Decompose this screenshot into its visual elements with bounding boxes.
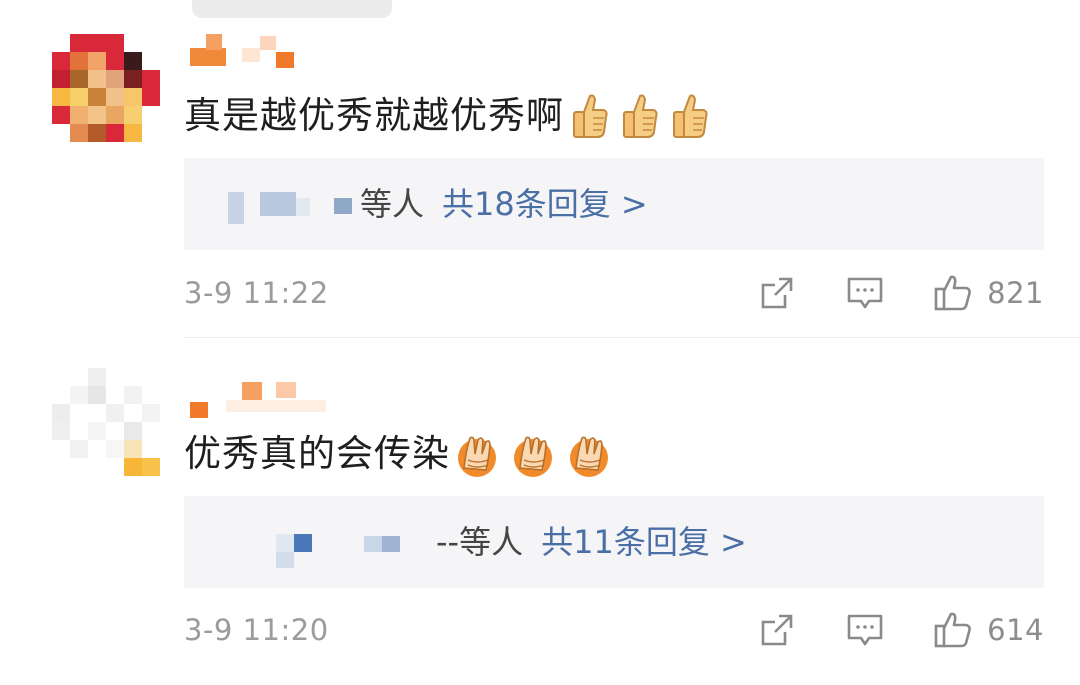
thumbs-up-outline-icon (934, 275, 972, 311)
reply-summary: 等人 共18条回复 > (360, 158, 648, 250)
comment-icon (847, 277, 883, 309)
thumbs-up-icon (623, 94, 658, 138)
reply-preview[interactable]: --等人 共11条回复 > (184, 496, 1044, 588)
like-count: 614 (987, 613, 1044, 647)
avatar[interactable] (52, 34, 160, 142)
like-button[interactable]: 821 (933, 273, 1044, 313)
reply-button[interactable] (845, 610, 885, 650)
timestamp: 3-9 11:22 (184, 276, 329, 310)
comment-text: 优秀真的会传染 (184, 430, 614, 478)
like-count: 821 (987, 276, 1044, 310)
timestamp: 3-9 11:20 (184, 613, 329, 647)
reply-users-suffix: 等人 (360, 185, 425, 223)
reply-users-suffix: --等人 (436, 523, 524, 561)
like-button[interactable]: 614 (933, 610, 1044, 650)
comment-item: 优秀真的会传染 --等人 共11条回复 > 3-9 11:20 614 (0, 340, 1080, 685)
comment-actions: 614 (757, 608, 1044, 652)
view-replies-link[interactable]: 共11条回复 > (541, 523, 747, 561)
share-button[interactable] (757, 273, 797, 313)
avatar[interactable] (52, 368, 160, 476)
reply-summary: --等人 共11条回复 > (436, 496, 747, 588)
comment-meta: 3-9 11:20 614 (184, 608, 1044, 652)
comment-meta: 3-9 11:22 821 (184, 271, 1044, 315)
comment-feed: 真是越优秀就越优秀啊 等人 共18条回复 > 3-9 11:22 821 优秀真… (0, 0, 1080, 685)
thumbs-up-icon (573, 94, 608, 138)
comment-actions: 821 (757, 271, 1044, 315)
emoji-group (452, 430, 614, 478)
view-replies-link[interactable]: 共18条回复 > (442, 185, 648, 223)
hands-cover-face-icon (570, 436, 608, 477)
reply-user-names (184, 496, 464, 588)
reply-button[interactable] (845, 273, 885, 313)
comment-item: 真是越优秀就越优秀啊 等人 共18条回复 > 3-9 11:22 821 (0, 0, 1080, 340)
comment-icon (847, 614, 883, 646)
share-icon (761, 614, 793, 646)
username[interactable] (190, 34, 390, 74)
hands-cover-face-icon (458, 436, 496, 477)
thumbs-up-icon (673, 94, 708, 138)
hands-cover-face-icon (514, 436, 552, 477)
comment-body: 优秀真的会传染 (184, 432, 450, 475)
reply-preview[interactable]: 等人 共18条回复 > (184, 158, 1044, 250)
share-button[interactable] (757, 610, 797, 650)
share-icon (761, 277, 793, 309)
thumbs-up-outline-icon (934, 612, 972, 648)
divider (184, 337, 1080, 338)
comment-text: 真是越优秀就越优秀啊 (184, 92, 710, 140)
comment-body: 真是越优秀就越优秀啊 (184, 94, 564, 137)
emoji-group (570, 92, 710, 140)
username[interactable] (190, 380, 390, 420)
